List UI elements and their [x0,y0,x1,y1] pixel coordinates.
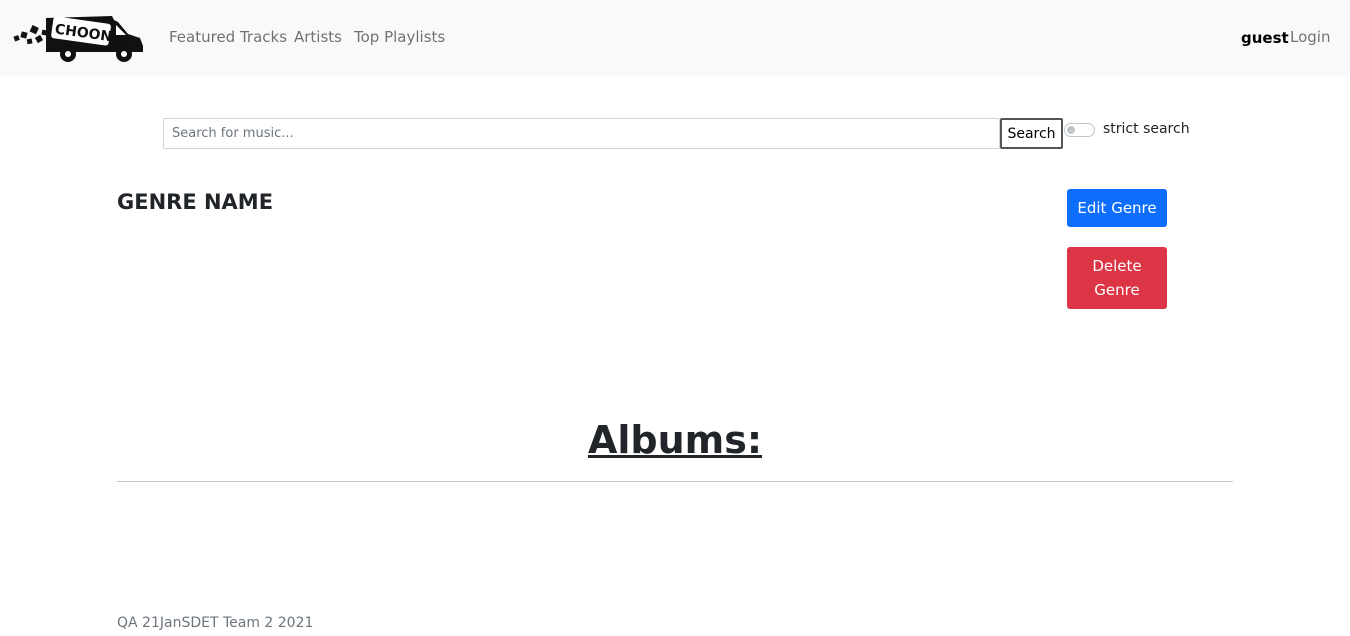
choonz-logo[interactable]: CHOONZ [12,12,146,64]
footer-text: QA 21JanSDET Team 2 2021 [117,615,314,631]
albums-divider [117,481,1233,482]
strict-search-label: strict search [1103,121,1190,137]
login-link[interactable]: Login [1290,28,1330,46]
search-button[interactable]: Search [1000,118,1063,149]
nav-top-playlists[interactable]: Top Playlists [354,28,445,46]
current-user: guest [1241,29,1289,47]
edit-genre-button[interactable]: Edit Genre [1067,189,1167,227]
navbar: CHOONZ Featured Tracks Artists Top Playl… [0,0,1350,76]
nav-featured-tracks[interactable]: Featured Tracks [169,28,287,46]
nav-artists[interactable]: Artists [294,28,342,46]
genre-name: GENRE NAME [117,190,274,214]
strict-search-toggle[interactable] [1064,123,1095,137]
search-input[interactable] [163,118,1000,149]
delete-genre-button[interactable]: Delete Genre [1067,247,1167,309]
albums-heading: Albums: [587,418,763,462]
toggle-knob [1067,126,1075,134]
